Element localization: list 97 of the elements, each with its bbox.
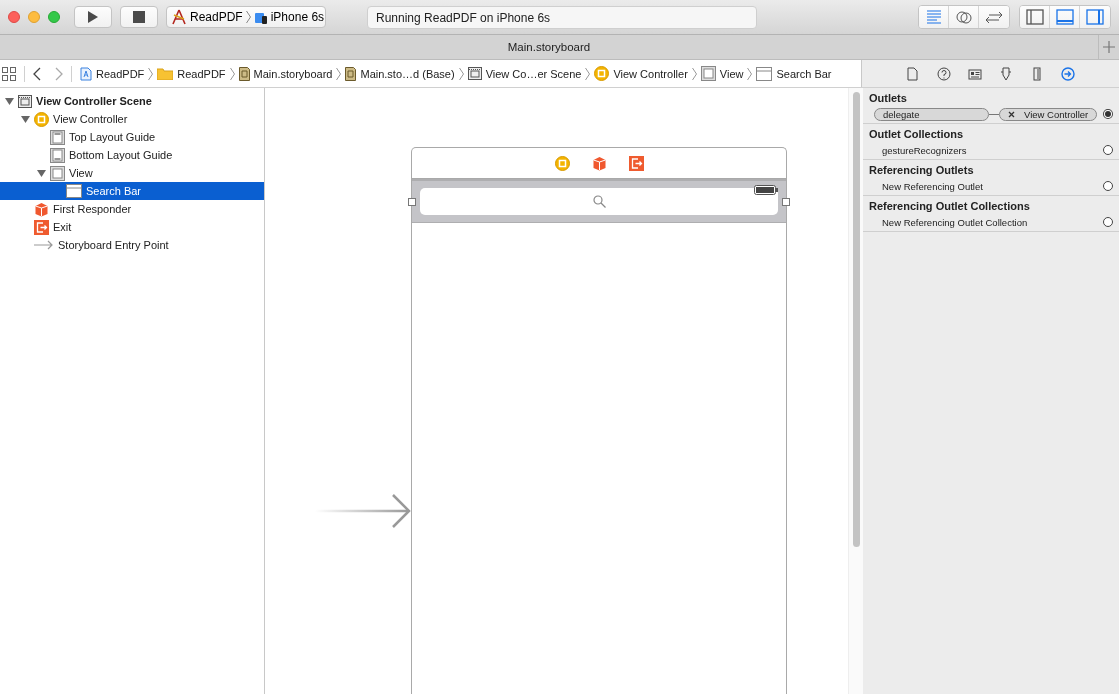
ruler-icon[interactable]: [1030, 66, 1044, 81]
breadcrumb-item[interactable]: View Controller: [613, 67, 688, 80]
help-icon[interactable]: [937, 66, 951, 81]
view-controller-icon: [594, 66, 610, 81]
outline-row[interactable]: Exit: [0, 218, 264, 236]
breadcrumb-item[interactable]: Main.sto…d (Base): [360, 67, 455, 80]
blueprint-file-icon: [80, 66, 92, 81]
chevron-icon: [229, 66, 235, 81]
bottom-layout-guide-icon: [50, 147, 65, 163]
section-title: Referencing Outlets: [868, 163, 975, 178]
stop-icon: [133, 11, 145, 23]
outline-row[interactable]: Bottom Layout Guide: [0, 146, 264, 164]
connection-well[interactable]: [1103, 217, 1113, 227]
connection-target[interactable]: View Controller: [999, 107, 1098, 121]
exit-icon: [34, 219, 49, 235]
outline-row[interactable]: View Controller: [0, 110, 264, 128]
related-items-icon[interactable]: [2, 66, 16, 81]
breadcrumb-item[interactable]: View Co…er Scene: [485, 67, 582, 80]
search-bar-icon: [66, 184, 82, 198]
breadcrumb-item[interactable]: View: [719, 67, 744, 80]
breadcrumb-item[interactable]: ReadPDF: [177, 67, 226, 80]
top-layout-guide-icon: [50, 129, 65, 145]
plus-icon: [1103, 41, 1115, 53]
resize-handle[interactable]: [782, 198, 790, 206]
assistant-editor-icon: [954, 8, 973, 26]
search-field[interactable]: [420, 188, 778, 215]
segmented-control[interactable]: [1019, 5, 1111, 29]
outlet-name: delegate: [874, 107, 989, 121]
exit-icon: [628, 155, 644, 171]
folder-icon: [157, 67, 174, 80]
chevron-icon: [458, 66, 464, 81]
activity-field: Running ReadPDF on iPhone 6s: [367, 5, 757, 29]
view-controller-icon: [34, 111, 49, 127]
chevron-icon: [691, 66, 697, 81]
utilities-panel-icon: [1086, 8, 1104, 26]
app-icon: [171, 9, 187, 25]
device-name: iPhone 6s: [270, 10, 325, 24]
chevron-icon: [585, 66, 591, 81]
chevron-icon: [747, 66, 753, 81]
panel-toggle-button[interactable]: [1020, 6, 1050, 28]
forward-icon[interactable]: [55, 66, 63, 81]
remove-icon[interactable]: [1008, 110, 1015, 118]
search-icon: [592, 195, 606, 208]
standard-editor-icon: [924, 8, 943, 26]
storyboard-file-icon: [238, 66, 250, 81]
cube-icon: [34, 201, 49, 217]
navigator-panel-icon: [1025, 8, 1044, 26]
storyboard-file-icon: [345, 66, 357, 81]
breadcrumb-item[interactable]: Search Bar: [776, 67, 832, 80]
breadcrumb-item[interactable]: ReadPDF: [96, 67, 145, 80]
outline-row[interactable]: View Controller Scene: [0, 92, 264, 110]
tab-title: Main.storyboard: [506, 40, 592, 55]
close-button[interactable]: [8, 11, 20, 23]
back-icon[interactable]: [33, 66, 41, 81]
identity-card-icon[interactable]: [968, 66, 982, 81]
arrow-circle-icon[interactable]: [1061, 66, 1075, 81]
play-icon: [87, 10, 99, 24]
outline-row[interactable]: Search Bar: [0, 182, 264, 200]
outline-row[interactable]: Storyboard Entry Point: [0, 236, 264, 254]
view-icon: [50, 165, 65, 181]
outline-row[interactable]: First Responder: [0, 200, 264, 218]
outline-row[interactable]: Top Layout Guide: [0, 128, 264, 146]
outlet-name: gestureRecognizers: [882, 144, 968, 156]
scene-icon: [18, 94, 32, 108]
outline-row[interactable]: View: [0, 164, 264, 182]
section-title: Outlet Collections: [868, 127, 965, 142]
section-title: Referencing Outlet Collections: [868, 199, 1031, 214]
segmented-control[interactable]: [918, 5, 1010, 29]
chevron-icon: [245, 10, 251, 24]
scheme-name: ReadPDF: [190, 10, 243, 24]
run-button[interactable]: [74, 6, 112, 28]
scrollbar-thumb[interactable]: [852, 92, 860, 547]
battery-icon: [754, 185, 778, 195]
chevron-icon: [148, 66, 154, 81]
resize-handle[interactable]: [408, 198, 416, 206]
section-title: Outlets: [868, 91, 908, 106]
chevron-icon: [336, 66, 342, 81]
disclosure-icon[interactable]: [36, 168, 46, 178]
connection-well[interactable]: [1103, 145, 1113, 155]
file-icon[interactable]: [906, 66, 920, 81]
search-bar-icon: [756, 66, 773, 81]
scheme-selector[interactable]: ReadPDF iPhone 6s: [166, 6, 326, 28]
connection-well[interactable]: [1103, 181, 1113, 191]
stop-button[interactable]: [120, 6, 158, 28]
debug-panel-icon: [1055, 8, 1074, 26]
outlet-name: New Referencing Outlet: [882, 180, 984, 192]
outlet-name: New Referencing Outlet Collection: [882, 216, 1029, 228]
breadcrumb-item[interactable]: Main.storyboard: [253, 67, 333, 80]
slider-icon[interactable]: [999, 66, 1013, 81]
cube-icon: [591, 155, 607, 171]
view-icon: [700, 66, 716, 81]
connection-well[interactable]: [1103, 109, 1113, 119]
view-controller-icon: [554, 155, 570, 171]
arrow-icon: [34, 240, 54, 250]
zoom-button[interactable]: [48, 11, 60, 23]
device-icon: [253, 10, 268, 24]
scene-icon: [467, 67, 482, 80]
